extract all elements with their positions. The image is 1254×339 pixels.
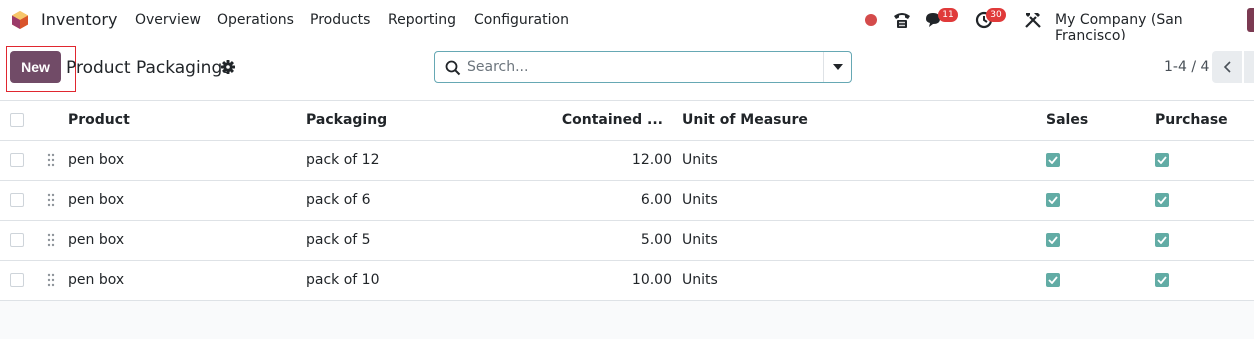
search-bar	[434, 51, 852, 83]
table-row[interactable]: pen box pack of 10 10.00 Units	[0, 261, 1254, 301]
sales-checkbox[interactable]	[1046, 273, 1060, 287]
search-icon	[445, 60, 461, 76]
drag-handle-icon[interactable]	[47, 193, 55, 207]
packaging-cell: pack of 10	[306, 272, 380, 288]
pager-next-button[interactable]	[1244, 51, 1254, 83]
menu-reporting[interactable]: Reporting	[388, 12, 456, 28]
row-select-checkbox[interactable]	[10, 153, 24, 167]
app-name[interactable]: Inventory	[41, 10, 117, 29]
column-header-contained-quantity[interactable]: Contained ...	[560, 112, 663, 128]
contained-quantity-cell: 6.00	[640, 192, 672, 208]
contained-quantity-cell: 5.00	[640, 232, 672, 248]
check-icon	[1048, 236, 1058, 244]
page-title: Product Packagings	[66, 58, 232, 78]
pager-previous-button[interactable]	[1212, 51, 1242, 83]
product-cell: pen box	[68, 232, 125, 248]
menu-configuration[interactable]: Configuration	[474, 12, 569, 28]
column-header-product[interactable]: Product	[68, 112, 130, 128]
gear-icon[interactable]	[221, 60, 235, 74]
user-avatar[interactable]	[1247, 8, 1254, 32]
unit-of-measure-cell: Units	[682, 192, 718, 208]
chevron-left-icon	[1223, 61, 1231, 73]
menu-products[interactable]: Products	[310, 12, 370, 28]
product-cell: pen box	[68, 192, 125, 208]
check-icon	[1157, 156, 1167, 164]
row-select-checkbox[interactable]	[10, 193, 24, 207]
table-row[interactable]: pen box pack of 12 12.00 Units	[0, 141, 1254, 181]
sales-checkbox[interactable]	[1046, 233, 1060, 247]
check-icon	[1048, 156, 1058, 164]
product-cell: pen box	[68, 152, 125, 168]
row-select-checkbox[interactable]	[10, 233, 24, 247]
column-header-sales[interactable]: Sales	[1046, 112, 1088, 128]
contained-quantity-cell: 12.00	[631, 152, 672, 168]
packaging-cell: pack of 6	[306, 192, 371, 208]
debug-tools-icon[interactable]	[1024, 11, 1042, 29]
activities-badge: 30	[986, 8, 1006, 22]
pager-value[interactable]: 1-4 / 4	[1164, 59, 1209, 75]
search-input[interactable]	[467, 52, 817, 82]
packaging-cell: pack of 12	[306, 152, 380, 168]
drag-handle-icon[interactable]	[47, 233, 55, 247]
check-icon	[1048, 276, 1058, 284]
drag-handle-icon[interactable]	[47, 273, 55, 287]
contained-quantity-cell: 10.00	[631, 272, 672, 288]
product-cell: pen box	[68, 272, 125, 288]
purchase-checkbox[interactable]	[1155, 193, 1169, 207]
sales-checkbox[interactable]	[1046, 153, 1060, 167]
check-icon	[1048, 196, 1058, 204]
menu-overview[interactable]: Overview	[135, 12, 201, 28]
table-row[interactable]: pen box pack of 5 5.00 Units	[0, 221, 1254, 261]
menu-operations[interactable]: Operations	[217, 12, 294, 28]
top-navbar: Inventory Overview Operations Products R…	[0, 0, 1254, 44]
messages-badge: 11	[938, 8, 958, 22]
phone-icon[interactable]	[892, 11, 912, 29]
check-icon	[1157, 276, 1167, 284]
packaging-list-table: Product Packaging Contained ... Unit of …	[0, 100, 1254, 301]
column-header-packaging[interactable]: Packaging	[306, 112, 387, 128]
inventory-app-icon[interactable]	[10, 10, 30, 30]
column-header-purchase[interactable]: Purchase	[1155, 112, 1228, 128]
search-options-toggle[interactable]	[823, 52, 852, 82]
row-select-checkbox[interactable]	[10, 273, 24, 287]
table-row[interactable]: pen box pack of 6 6.00 Units	[0, 181, 1254, 221]
status-dot-icon[interactable]	[865, 14, 877, 26]
purchase-checkbox[interactable]	[1155, 233, 1169, 247]
table-header-row: Product Packaging Contained ... Unit of …	[0, 101, 1254, 141]
select-all-checkbox[interactable]	[10, 113, 24, 127]
check-icon	[1157, 196, 1167, 204]
unit-of-measure-cell: Units	[682, 152, 718, 168]
purchase-checkbox[interactable]	[1155, 273, 1169, 287]
packaging-cell: pack of 5	[306, 232, 371, 248]
unit-of-measure-cell: Units	[682, 272, 718, 288]
sales-checkbox[interactable]	[1046, 193, 1060, 207]
purchase-checkbox[interactable]	[1155, 153, 1169, 167]
drag-handle-icon[interactable]	[47, 153, 55, 167]
unit-of-measure-cell: Units	[682, 232, 718, 248]
column-header-unit-of-measure[interactable]: Unit of Measure	[682, 112, 808, 128]
new-button[interactable]: New	[10, 51, 61, 83]
caret-down-icon	[833, 64, 843, 70]
check-icon	[1157, 236, 1167, 244]
